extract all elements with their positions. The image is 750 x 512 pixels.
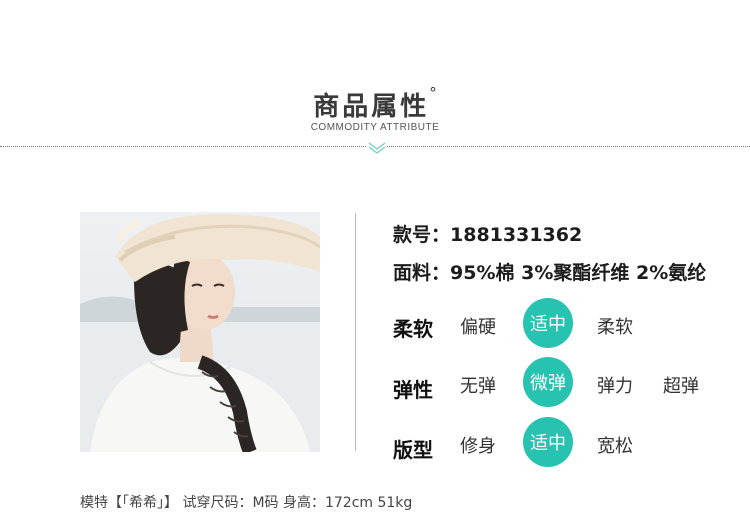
- softness-option-soft: 柔软: [597, 317, 633, 338]
- fit-label: 版型: [393, 438, 433, 462]
- double-chevron-down-icon: [367, 141, 387, 155]
- softness-label: 柔软: [393, 317, 433, 341]
- fit-option-slim: 修身: [460, 436, 496, 457]
- softness-option-medium-selected: 适中: [523, 298, 573, 348]
- vertical-divider: [355, 213, 356, 451]
- section-title-text: 商品属性: [313, 92, 430, 122]
- item-number-label: 款号：: [393, 224, 451, 246]
- fit-option-loose: 宽松: [597, 436, 633, 457]
- elasticity-option-none: 无弹: [460, 376, 496, 397]
- section-subtitle: COMMODITY ATTRIBUTE: [310, 122, 440, 133]
- elasticity-option-super: 超弹: [663, 376, 699, 397]
- degree-mark: °: [429, 84, 437, 102]
- item-number: 款号：1881331362: [393, 220, 582, 247]
- elasticity-option-stretch: 弹力: [597, 376, 633, 397]
- elasticity-label: 弹性: [393, 378, 433, 402]
- section-title: 商品属性°: [0, 84, 750, 123]
- fabric-label: 面料：: [393, 262, 451, 284]
- fabric: 面料：95%棉 3%聚酯纤维 2%氨纶: [393, 258, 706, 285]
- model-photo: [80, 212, 320, 452]
- fit-option-regular-selected: 适中: [523, 417, 573, 467]
- fabric-value: 95%棉 3%聚酯纤维 2%氨纶: [450, 262, 707, 284]
- softness-option-hard: 偏硬: [460, 317, 496, 338]
- item-number-value: 1881331362: [450, 224, 583, 246]
- elasticity-option-slight-selected: 微弹: [523, 357, 573, 407]
- model-info-caption: 模特【「希希」】 试穿尺码：M码 身高：172cm 51kg: [80, 495, 413, 511]
